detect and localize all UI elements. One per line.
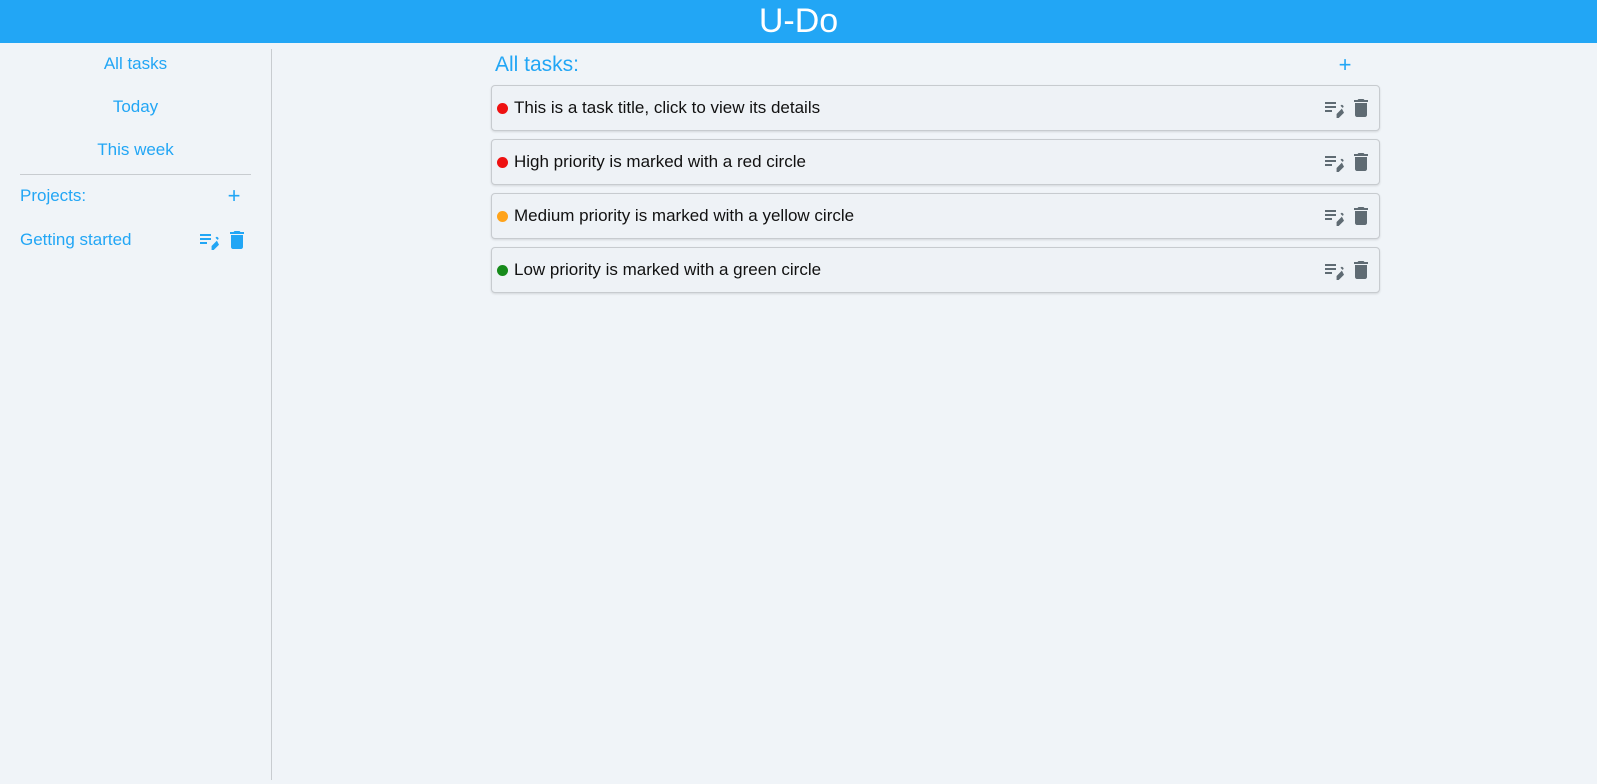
app-title: U-Do <box>758 2 839 40</box>
edit-project-icon[interactable] <box>197 228 221 252</box>
task-actions <box>1322 204 1373 228</box>
project-item-label[interactable]: Getting started <box>20 230 132 250</box>
app-header: U-Do <box>0 0 1597 43</box>
nav-today[interactable]: Today <box>20 92 251 122</box>
task-title: High priority is marked with a red circl… <box>514 152 806 171</box>
task-title: This is a task title, click to view its … <box>514 98 821 117</box>
delete-task-icon[interactable] <box>1349 150 1373 174</box>
task-open[interactable]: High priority is marked with a red circl… <box>497 152 806 172</box>
task-item: Medium priority is marked with a yellow … <box>491 193 1380 239</box>
task-actions <box>1322 150 1373 174</box>
edit-task-icon[interactable] <box>1322 96 1346 120</box>
nav-all-tasks[interactable]: All tasks <box>20 49 251 79</box>
task-actions <box>1322 258 1373 282</box>
task-open[interactable]: This is a task title, click to view its … <box>497 98 820 118</box>
task-title: Low priority is marked with a green circ… <box>514 260 822 279</box>
add-project-button[interactable]: + <box>222 183 246 208</box>
project-actions <box>197 228 249 252</box>
add-task-button[interactable]: + <box>1333 52 1357 77</box>
delete-project-icon[interactable] <box>225 228 249 252</box>
page-title: All tasks: <box>495 53 580 76</box>
main-header: All tasks: + <box>491 49 1367 81</box>
task-open[interactable]: Medium priority is marked with a yellow … <box>497 206 854 226</box>
task-title: Medium priority is marked with a yellow … <box>514 206 855 225</box>
priority-medium-icon <box>497 210 508 222</box>
projects-header: Projects: + <box>20 181 251 211</box>
priority-low-icon <box>497 264 508 276</box>
nav-this-week[interactable]: This week <box>20 135 251 165</box>
delete-task-icon[interactable] <box>1349 204 1373 228</box>
task-item: This is a task title, click to view its … <box>491 85 1380 131</box>
projects-label: Projects: <box>20 186 87 205</box>
delete-task-icon[interactable] <box>1349 258 1373 282</box>
project-item: Getting started <box>20 225 251 255</box>
task-actions <box>1322 96 1373 120</box>
edit-task-icon[interactable] <box>1322 258 1346 282</box>
delete-task-icon[interactable] <box>1349 96 1373 120</box>
task-item: Low priority is marked with a green circ… <box>491 247 1380 293</box>
task-item: High priority is marked with a red circl… <box>491 139 1380 185</box>
edit-task-icon[interactable] <box>1322 204 1346 228</box>
priority-high-icon <box>497 102 508 114</box>
sidebar-divider <box>20 174 251 175</box>
task-open[interactable]: Low priority is marked with a green circ… <box>497 260 821 280</box>
sidebar: All tasks Today This week Projects: + Ge… <box>0 49 272 780</box>
edit-task-icon[interactable] <box>1322 150 1346 174</box>
priority-high-icon <box>497 156 508 168</box>
